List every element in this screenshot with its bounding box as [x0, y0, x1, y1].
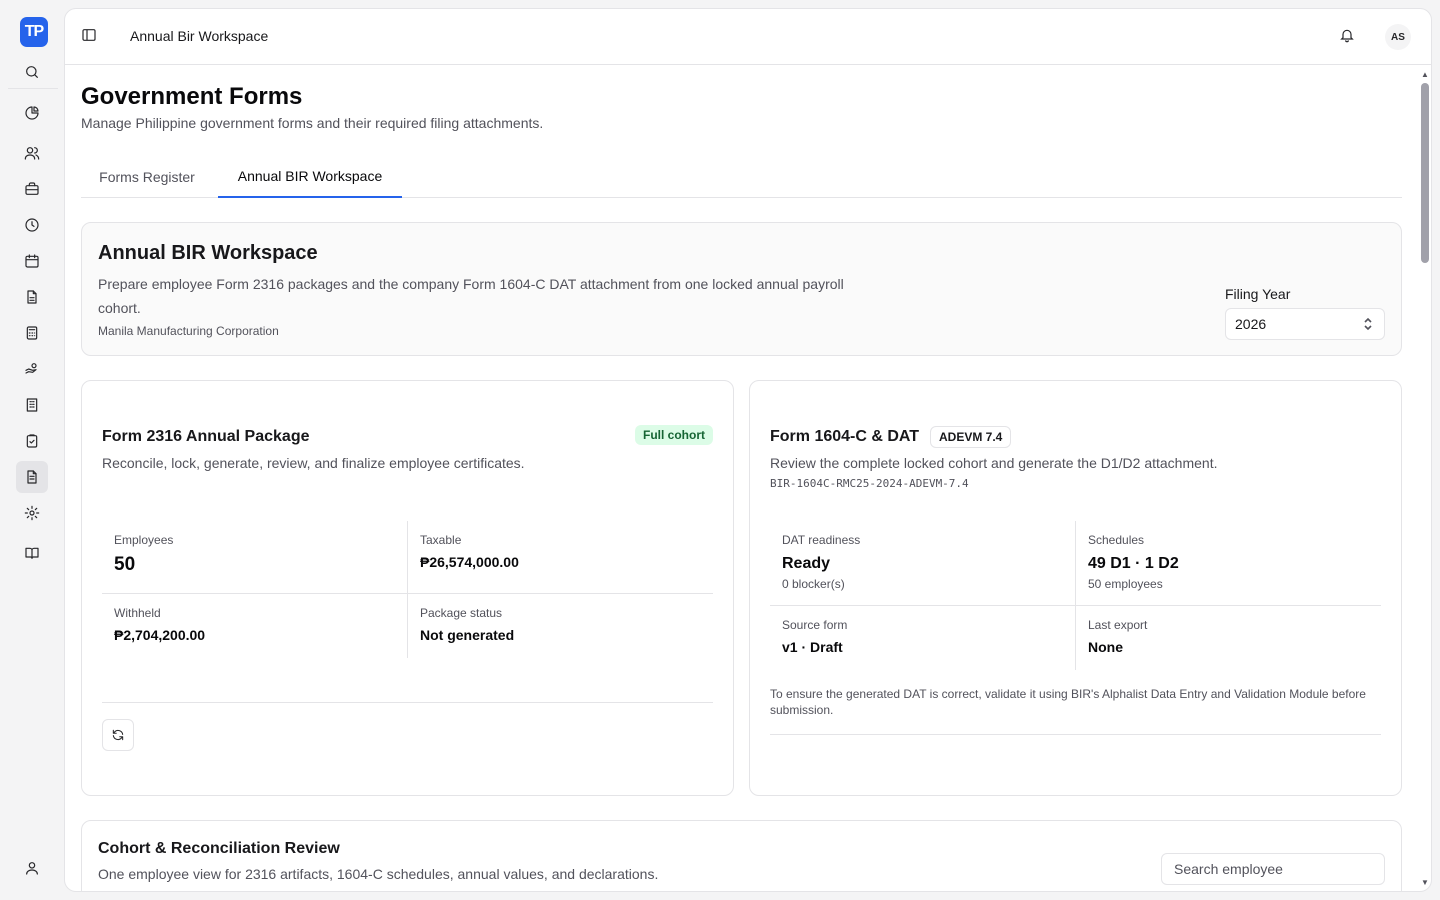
stat-label: Last export [1088, 618, 1148, 632]
stat-note: 0 blocker(s) [782, 577, 845, 591]
divider [770, 734, 1381, 735]
form-reference-code: BIR-1604C-RMC25-2024-ADEVM-7.4 [770, 477, 969, 490]
version-badge: ADEVM 7.4 [930, 426, 1012, 448]
cohort-review-card: Cohort & Reconciliation Review One emplo… [81, 820, 1402, 891]
status-badge: Full cohort [635, 425, 713, 445]
clipboard-check-icon[interactable] [20, 429, 44, 453]
calculator-icon[interactable] [20, 321, 44, 345]
top-bar: Annual Bir Workspace AS [65, 9, 1431, 65]
app-logo[interactable]: TP [20, 17, 48, 47]
stat-package-status: Package status Not generated [408, 594, 713, 658]
stat-value: ₱2,704,200.00 [114, 627, 206, 643]
stat-value: 50 [114, 554, 136, 575]
sidebar-toggle-icon[interactable] [81, 27, 101, 47]
filing-year-value: 2026 [1235, 316, 1267, 332]
stat-employees: Employees 50 [102, 521, 407, 593]
book-open-icon[interactable] [20, 541, 44, 565]
stat-value: v1 · Draft [782, 639, 843, 655]
main-panel: Annual Bir Workspace AS Government Forms… [64, 8, 1432, 892]
stat-value: Not generated [420, 627, 515, 643]
stat-label: Employees [114, 533, 174, 547]
workspace-header-card: Annual BIR Workspace Prepare employee Fo… [81, 222, 1402, 356]
refresh-icon [112, 729, 124, 741]
chart-pie-icon[interactable] [20, 101, 44, 125]
users-icon[interactable] [20, 141, 44, 165]
divider [407, 521, 408, 658]
refresh-button[interactable] [102, 719, 134, 751]
tab-forms-register[interactable]: Forms Register [81, 155, 213, 198]
form-2316-card: Form 2316 Annual Package Full cohort Rec… [81, 380, 734, 796]
sidebar-divider [8, 88, 58, 89]
stat-source-form: Source form v1 · Draft [770, 606, 1075, 670]
calendar-icon[interactable] [20, 249, 44, 273]
form-1604c-card: Form 1604-C & DAT ADEVM 7.4 Review the c… [749, 380, 1402, 796]
workspace-description: Prepare employee Form 2316 packages and … [98, 276, 844, 316]
hand-coins-icon[interactable] [20, 357, 44, 381]
stat-value: Ready [782, 555, 831, 572]
search-employee-input[interactable] [1161, 853, 1385, 885]
chevrons-up-down-icon [1362, 317, 1374, 331]
stat-taxable: Taxable ₱26,574,000.00 [408, 521, 713, 593]
divider [102, 593, 713, 594]
user-icon[interactable] [20, 856, 44, 880]
stat-label: Taxable [420, 533, 462, 547]
bell-icon[interactable] [1339, 27, 1359, 47]
filing-year-label: Filing Year [1225, 286, 1291, 302]
tab-bar: Forms Register Annual BIR Workspace [81, 155, 1402, 198]
stat-label: Package status [420, 606, 503, 620]
divider [102, 702, 713, 703]
stat-dat-readiness: DAT readiness Ready 0 blocker(s) [770, 521, 1075, 605]
form-1604c-description: Review the complete locked cohort and ge… [770, 455, 1218, 471]
settings-icon[interactable] [20, 501, 44, 525]
divider [1075, 521, 1076, 670]
tab-annual-bir-workspace[interactable]: Annual BIR Workspace [218, 155, 402, 198]
scroll-up-icon[interactable]: ▲ [1420, 71, 1430, 79]
stat-value: ₱26,574,000.00 [420, 554, 519, 570]
cohort-description: One employee view for 2316 artifacts, 16… [98, 866, 659, 882]
sidebar: TP [0, 0, 64, 900]
stat-withheld: Withheld ₱2,704,200.00 [102, 594, 407, 658]
forms-icon[interactable] [16, 461, 48, 493]
search-icon[interactable] [20, 60, 44, 84]
building-icon[interactable] [20, 393, 44, 417]
clock-icon[interactable] [20, 213, 44, 237]
cohort-title: Cohort & Reconciliation Review [98, 840, 340, 857]
file-text-icon[interactable] [20, 285, 44, 309]
breadcrumb: Annual Bir Workspace [130, 28, 269, 44]
scrollbar-thumb[interactable] [1421, 83, 1429, 263]
form-2316-description: Reconcile, lock, generate, review, and f… [102, 455, 525, 471]
stat-last-export: Last export None [1076, 606, 1381, 670]
stat-label: Schedules [1088, 533, 1145, 547]
stat-note: 50 employees [1088, 577, 1163, 591]
avatar[interactable]: AS [1385, 24, 1411, 50]
scrollbar[interactable]: ▲ ▼ [1417, 65, 1431, 891]
filing-year-select[interactable]: 2026 [1225, 308, 1385, 340]
page-subtitle: Manage Philippine government forms and t… [81, 115, 544, 131]
briefcase-icon[interactable] [20, 177, 44, 201]
validation-note: To ensure the generated DAT is correct, … [770, 687, 1366, 717]
stat-value: None [1088, 639, 1123, 655]
stat-label: DAT readiness [782, 533, 861, 547]
scroll-down-icon[interactable]: ▼ [1420, 879, 1430, 887]
stat-label: Source form [782, 618, 848, 632]
organization-name: Manila Manufacturing Corporation [98, 324, 279, 338]
form-1604c-title: Form 1604-C & DAT [770, 428, 920, 445]
stat-schedules: Schedules 49 D1 · 1 D2 50 employees [1076, 521, 1381, 605]
page-title: Government Forms [81, 83, 303, 110]
stat-value: 49 D1 · 1 D2 [1088, 555, 1179, 572]
divider [770, 605, 1381, 606]
workspace-title: Annual BIR Workspace [98, 242, 318, 264]
stat-label: Withheld [114, 606, 161, 620]
form-2316-title: Form 2316 Annual Package [102, 428, 310, 445]
